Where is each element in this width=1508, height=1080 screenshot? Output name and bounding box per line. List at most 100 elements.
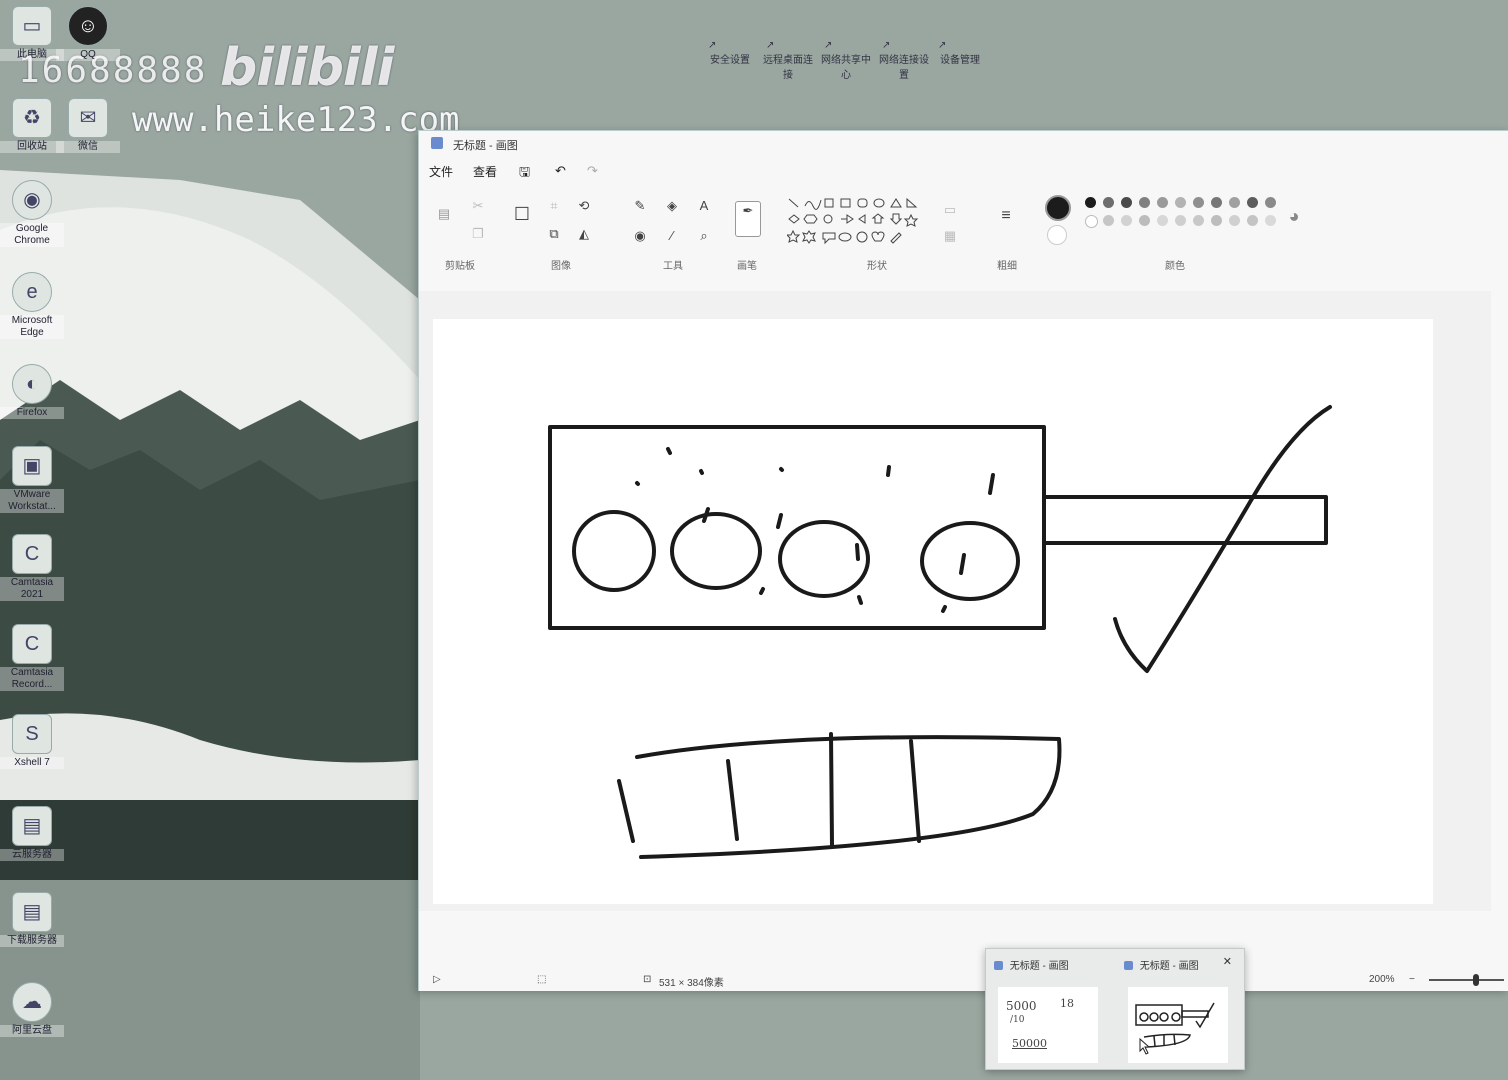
color-swatch[interactable]: [1247, 215, 1258, 226]
color-swatch[interactable]: [1247, 197, 1258, 208]
fill-icon[interactable]: ◈: [663, 197, 681, 215]
vmware-icon: ▣: [12, 446, 52, 486]
desktop-icon-this-pc[interactable]: ▭ 此电脑: [0, 6, 64, 61]
menu-view[interactable]: 查看: [473, 163, 497, 180]
color-swatch[interactable]: [1085, 215, 1098, 228]
zoom-out-icon[interactable]: −: [1409, 974, 1415, 985]
flip-icon[interactable]: ◭: [575, 225, 593, 243]
eraser-icon[interactable]: ◉: [631, 227, 649, 245]
color-swatch[interactable]: [1211, 197, 1222, 208]
color-swatch[interactable]: [1193, 215, 1204, 226]
save-icon[interactable]: 🖫: [519, 163, 530, 185]
color-swatch[interactable]: [1121, 197, 1132, 208]
edge-icon: e: [12, 272, 52, 312]
copy-icon[interactable]: ❐: [469, 225, 487, 243]
color-swatch[interactable]: [1121, 215, 1132, 226]
active-color-primary[interactable]: [1045, 195, 1071, 221]
color-picker-icon[interactable]: ⁄: [663, 227, 681, 245]
desktop-icon-cloud-drive[interactable]: ☁ 阿里云盘: [0, 982, 64, 1037]
thumbnail-window-2[interactable]: 无标题 - 画图 ✕: [1116, 949, 1236, 1069]
fill-style-icon[interactable]: ▦: [941, 227, 959, 245]
shortcut-arrow-icon: ↗: [824, 40, 833, 51]
desktop-icon-label: 此电脑: [0, 49, 64, 61]
canvas-size-icon: ⊡: [643, 974, 652, 985]
outline-icon[interactable]: ▭: [941, 201, 959, 219]
zoom-slider-handle[interactable]: [1473, 974, 1479, 986]
rotate-icon[interactable]: ⟲: [575, 197, 593, 215]
pencil-icon[interactable]: ✎: [631, 197, 649, 215]
color-swatch[interactable]: [1265, 197, 1276, 208]
color-swatch[interactable]: [1157, 215, 1168, 226]
shortcut-arrow-icon: ↗: [766, 40, 775, 51]
active-color-secondary[interactable]: [1047, 225, 1067, 245]
desktop-icon-qq[interactable]: ☺ QQ: [56, 6, 120, 61]
group-label-tools: 工具: [663, 261, 683, 272]
drawn-checkmark: [1113, 405, 1332, 673]
camtasia-recorder-icon: C: [12, 624, 52, 664]
desktop-icon-xshell[interactable]: S Xshell 7: [0, 714, 64, 769]
select-icon[interactable]: ☐: [513, 205, 531, 223]
color-swatch[interactable]: [1085, 197, 1096, 208]
text-icon[interactable]: A: [695, 197, 713, 215]
cut-icon[interactable]: ✂: [469, 197, 487, 215]
desktop-icon-label: Xshell 7: [0, 757, 64, 769]
color-swatch[interactable]: [1211, 215, 1222, 226]
desktop-icon-label: VMware Workstat...: [0, 489, 64, 513]
color-swatch[interactable]: [1229, 197, 1240, 208]
menu-file[interactable]: 文件: [429, 163, 453, 180]
thumbnail-title-row: 无标题 - 画图: [1124, 957, 1199, 972]
color-swatch[interactable]: [1175, 215, 1186, 226]
watermark-url: www.heike123.com: [132, 100, 460, 140]
thumbnail-window-1[interactable]: 无标题 - 画图 5000 18 /10 50000: [986, 949, 1106, 1069]
resize-icon[interactable]: ⧉: [545, 225, 563, 243]
zoom-slider[interactable]: [1429, 979, 1504, 981]
color-swatch[interactable]: [1193, 197, 1204, 208]
qq-icon: ☺: [68, 6, 108, 46]
desktop-icon-cloud-server[interactable]: ▤ 云服务器: [0, 806, 64, 861]
shortcut-remote-desktop[interactable]: ↗ 远程桌面连接: [760, 40, 816, 81]
paste-icon[interactable]: ▤: [435, 205, 453, 223]
desktop-icon-recycle-bin[interactable]: ♻ 回收站: [0, 98, 64, 153]
line-size-icon[interactable]: ≡: [997, 207, 1015, 225]
desktop-icon-camtasia-recorder[interactable]: C Camtasia Record...: [0, 624, 64, 691]
color-swatch[interactable]: [1103, 215, 1114, 226]
desktop-icon-label: Google Chrome: [0, 223, 64, 247]
drawn-side-bar: [1042, 495, 1328, 545]
desktop-icon-wechat[interactable]: ✉ 微信: [56, 98, 120, 153]
color-swatch[interactable]: [1103, 197, 1114, 208]
brush-icon[interactable]: ✒: [735, 201, 761, 237]
desktop-icon-vmware[interactable]: ▣ VMware Workstat...: [0, 446, 64, 513]
recycle-bin-icon: ♻: [12, 98, 52, 138]
shortcut-security[interactable]: ↗ 安全设置: [702, 40, 758, 66]
desktop-icon-download-server[interactable]: ▤ 下载服务器: [0, 892, 64, 947]
redo-icon[interactable]: ↷: [587, 163, 598, 179]
paint-window: 无标题 - 画图 文件 查看 🖫 ↶ ↷ ▤ ✂ ❐ 剪贴板 ☐ ⌗ ⟲ ⧉ ◭…: [418, 130, 1508, 991]
shapes-gallery[interactable]: [787, 197, 919, 245]
thumbnail-title: 无标题 - 画图: [1139, 961, 1199, 972]
crop-icon[interactable]: ⌗: [545, 197, 563, 215]
drawing-canvas[interactable]: [433, 319, 1433, 904]
color-swatch[interactable]: [1139, 215, 1150, 226]
edit-colors-icon[interactable]: ◕: [1285, 207, 1303, 225]
undo-icon[interactable]: ↶: [555, 163, 566, 179]
title-bar[interactable]: 无标题 - 画图: [419, 131, 1508, 157]
close-icon[interactable]: ✕: [1223, 955, 1232, 968]
watermark-brand-logo: bilibili: [220, 38, 394, 98]
thumb-note: /10: [1010, 1015, 1025, 1025]
color-swatch[interactable]: [1229, 215, 1240, 226]
color-swatch[interactable]: [1139, 197, 1150, 208]
drawn-circle: [670, 512, 762, 590]
magnifier-icon[interactable]: ⌕: [695, 227, 713, 245]
shortcut-network-settings[interactable]: ↗ 网络连接设置: [876, 40, 932, 81]
color-swatch[interactable]: [1265, 215, 1276, 226]
desktop-icon-firefox[interactable]: ◐ Firefox: [0, 364, 64, 419]
group-label-image: 图像: [551, 261, 571, 272]
shortcut-device-manager[interactable]: ↗ 设备管理: [932, 40, 988, 66]
shortcut-label: 设备管理: [940, 55, 980, 66]
desktop-icon-camtasia[interactable]: C Camtasia 2021: [0, 534, 64, 601]
desktop-icon-edge[interactable]: e Microsoft Edge: [0, 272, 64, 339]
shortcut-network-center[interactable]: ↗ 网络共享中心: [818, 40, 874, 81]
desktop-icon-chrome[interactable]: ◉ Google Chrome: [0, 180, 64, 247]
color-swatch[interactable]: [1157, 197, 1168, 208]
color-swatch[interactable]: [1175, 197, 1186, 208]
